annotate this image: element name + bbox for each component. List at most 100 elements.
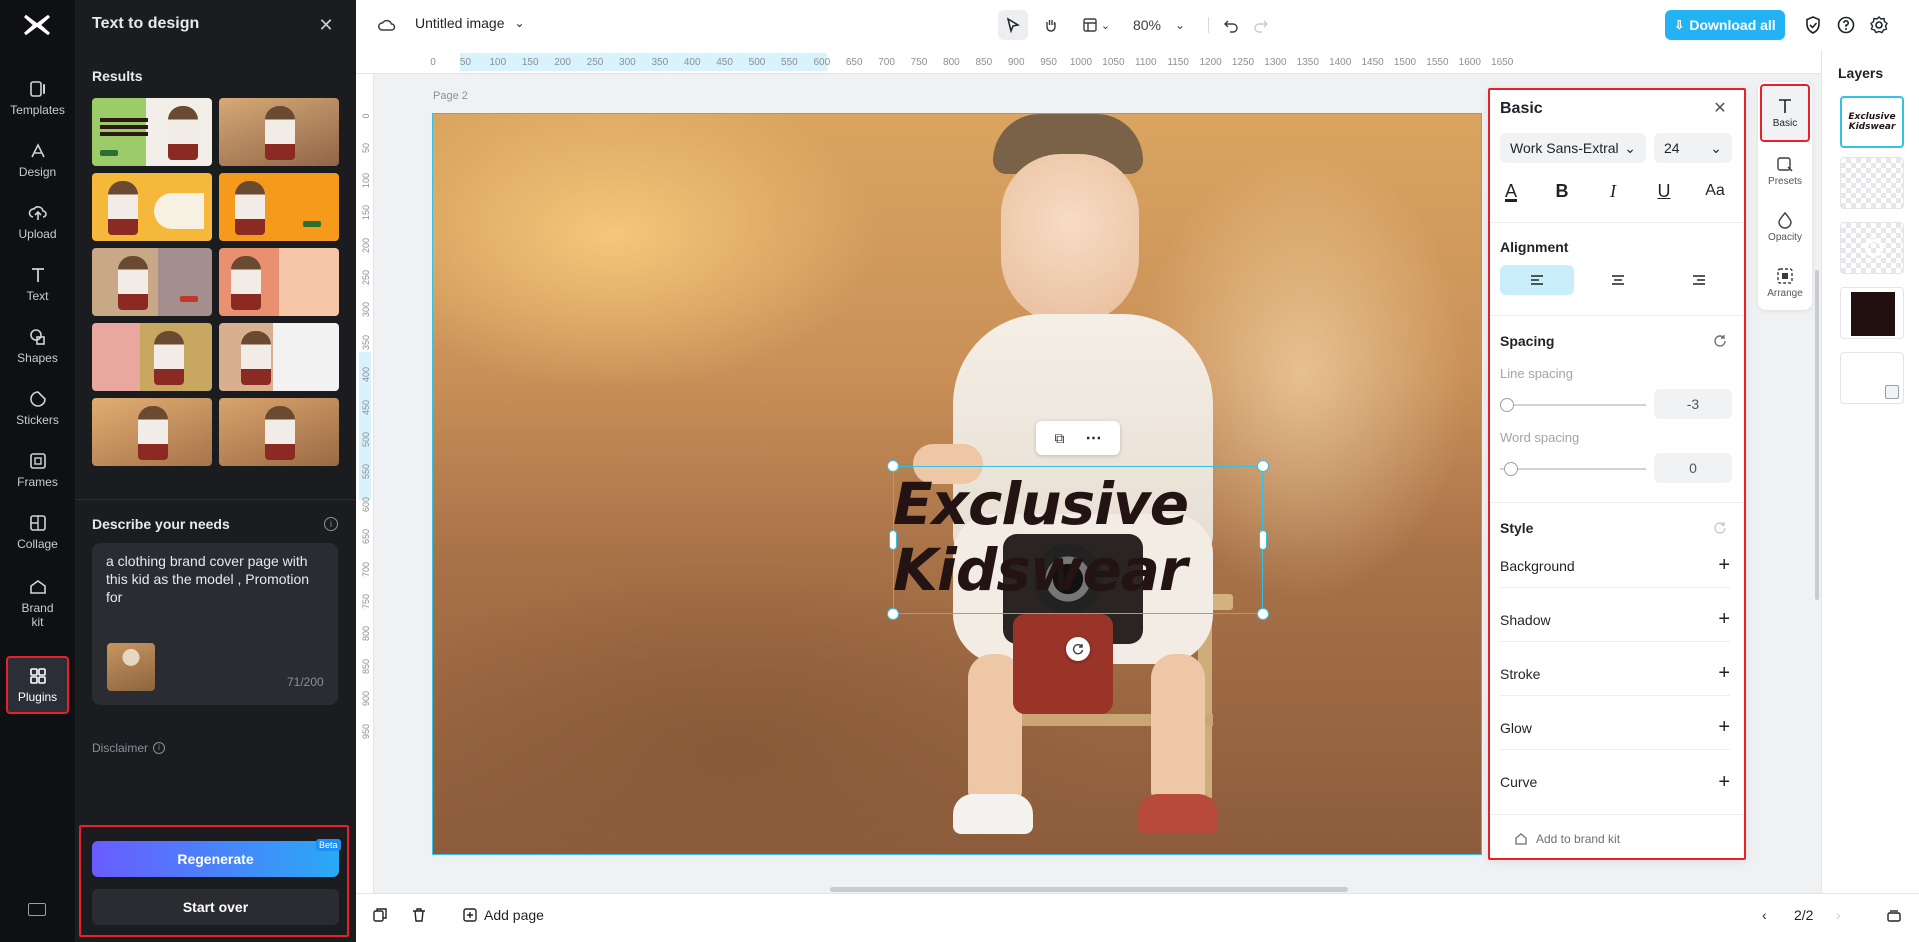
rail-plugins[interactable]: Plugins bbox=[6, 656, 69, 714]
result-thumbnail[interactable] bbox=[219, 398, 339, 466]
resize-handle[interactable] bbox=[1257, 460, 1269, 472]
more-options-icon[interactable]: ⋯ bbox=[1086, 428, 1102, 448]
text-color-button[interactable]: A bbox=[1496, 176, 1526, 206]
cloud-icon[interactable] bbox=[378, 16, 396, 34]
tab-arrange[interactable]: Arrange bbox=[1760, 258, 1810, 308]
rail-upload[interactable]: Upload bbox=[0, 193, 75, 251]
stroke-row[interactable]: Stroke+ bbox=[1500, 652, 1730, 696]
redo-button[interactable] bbox=[1246, 10, 1276, 40]
start-over-button[interactable]: Start over bbox=[92, 889, 339, 925]
result-thumbnail[interactable] bbox=[92, 248, 212, 316]
copy-page-button[interactable] bbox=[372, 907, 388, 923]
close-icon[interactable]: ✕ bbox=[315, 14, 337, 36]
layer-thumbnail[interactable] bbox=[1840, 157, 1904, 209]
tab-opacity[interactable]: Opacity bbox=[1760, 202, 1810, 252]
info-icon[interactable]: i bbox=[324, 517, 338, 531]
rail-brand-kit[interactable]: Brand kit bbox=[0, 570, 75, 636]
settings-gear-icon[interactable] bbox=[1869, 15, 1889, 35]
disclaimer-link[interactable]: Disclaimeri bbox=[92, 741, 165, 755]
tab-basic[interactable]: Basic bbox=[1760, 84, 1810, 142]
kid-sandal bbox=[953, 794, 1033, 834]
result-thumbnail[interactable] bbox=[219, 173, 339, 241]
bold-button[interactable]: B bbox=[1547, 176, 1577, 206]
resize-handle[interactable] bbox=[1257, 608, 1269, 620]
next-page-button[interactable]: › bbox=[1836, 907, 1841, 923]
zoom-dropdown[interactable]: 80%⌄ bbox=[1129, 10, 1189, 40]
layer-thumbnail[interactable] bbox=[1840, 222, 1904, 274]
delete-page-button[interactable] bbox=[411, 907, 427, 923]
vertical-scrollbar[interactable] bbox=[1815, 270, 1819, 600]
horizontal-scrollbar[interactable] bbox=[830, 887, 1348, 892]
result-thumbnail[interactable] bbox=[92, 323, 212, 391]
keyboard-icon[interactable] bbox=[28, 903, 46, 916]
result-thumbnail[interactable] bbox=[219, 323, 339, 391]
reset-spacing-icon[interactable] bbox=[1712, 333, 1728, 349]
resize-handle[interactable] bbox=[889, 530, 897, 550]
glow-row[interactable]: Glow+ bbox=[1500, 706, 1730, 750]
add-icon[interactable]: + bbox=[1718, 716, 1730, 739]
slider-knob[interactable] bbox=[1500, 398, 1514, 412]
rail-shapes[interactable]: Shapes bbox=[0, 317, 75, 375]
resize-handle[interactable] bbox=[887, 608, 899, 620]
prompt-image-thumbnail[interactable] bbox=[107, 643, 155, 691]
shield-check-icon[interactable] bbox=[1803, 15, 1823, 35]
font-family-dropdown[interactable]: Work Sans-Extral⌄ bbox=[1500, 133, 1646, 163]
hand-tool-button[interactable] bbox=[1036, 10, 1066, 40]
close-icon[interactable]: ✕ bbox=[1710, 98, 1730, 118]
tab-presets[interactable]: Presets bbox=[1760, 146, 1810, 196]
underline-button[interactable]: U bbox=[1649, 176, 1679, 206]
rail-templates[interactable]: Templates bbox=[0, 69, 75, 127]
layer-thumbnail[interactable] bbox=[1840, 287, 1904, 339]
prev-page-button[interactable]: ‹ bbox=[1762, 907, 1767, 923]
align-center-button[interactable] bbox=[1581, 265, 1655, 295]
result-thumbnail[interactable] bbox=[219, 248, 339, 316]
duplicate-icon[interactable]: ⧉ bbox=[1055, 430, 1065, 447]
regenerate-button[interactable]: Regenerate bbox=[92, 841, 339, 877]
rail-stickers[interactable]: Stickers bbox=[0, 379, 75, 437]
artboard[interactable]: ⧉ ⋯ Exclusive Kidswear bbox=[432, 113, 1482, 855]
word-spacing-input[interactable]: 0 bbox=[1654, 453, 1732, 483]
chevron-down-icon: ⌄ bbox=[1710, 140, 1722, 157]
italic-button[interactable]: I bbox=[1598, 176, 1628, 206]
rail-design[interactable]: Design bbox=[0, 131, 75, 189]
layout-tool-button[interactable]: ⌄ bbox=[1076, 10, 1116, 40]
result-thumbnail[interactable] bbox=[92, 98, 212, 166]
rail-frames[interactable]: Frames bbox=[0, 441, 75, 499]
align-right-button[interactable] bbox=[1662, 265, 1736, 295]
shadow-row[interactable]: Shadow+ bbox=[1500, 598, 1730, 642]
rail-collage[interactable]: Collage bbox=[0, 503, 75, 561]
doc-title-dropdown[interactable]: Untitled image⌄ bbox=[415, 15, 525, 31]
resize-handle[interactable] bbox=[887, 460, 899, 472]
layer-background-thumbnail[interactable] bbox=[1840, 352, 1904, 404]
download-all-button[interactable]: ⇩ Download all bbox=[1665, 10, 1785, 40]
help-icon[interactable] bbox=[1836, 15, 1856, 35]
word-spacing-slider[interactable] bbox=[1500, 468, 1646, 470]
font-size-dropdown[interactable]: 24⌄ bbox=[1654, 133, 1732, 163]
tab-opacity-label: Opacity bbox=[1768, 232, 1802, 243]
capcut-logo-icon[interactable] bbox=[22, 12, 52, 38]
reset-style-icon[interactable] bbox=[1712, 520, 1728, 536]
undo-button[interactable] bbox=[1216, 10, 1246, 40]
background-row[interactable]: Background+ bbox=[1500, 544, 1730, 588]
slider-knob[interactable] bbox=[1504, 462, 1518, 476]
select-tool-button[interactable] bbox=[998, 10, 1028, 40]
result-thumbnail[interactable] bbox=[92, 173, 212, 241]
align-left-button[interactable] bbox=[1500, 265, 1574, 295]
curve-row[interactable]: Curve+ bbox=[1500, 760, 1730, 804]
resize-handle[interactable] bbox=[1259, 530, 1267, 550]
add-page-button[interactable]: Add page bbox=[462, 907, 544, 923]
add-icon[interactable]: + bbox=[1718, 771, 1730, 794]
rotate-handle[interactable] bbox=[1066, 637, 1090, 661]
pages-panel-button[interactable] bbox=[1886, 907, 1902, 923]
line-spacing-input[interactable]: -3 bbox=[1654, 389, 1732, 419]
result-thumbnail[interactable] bbox=[219, 98, 339, 166]
text-case-button[interactable]: Aa bbox=[1700, 176, 1730, 206]
rail-text[interactable]: Text bbox=[0, 255, 75, 313]
result-thumbnail[interactable] bbox=[92, 398, 212, 466]
layer-text-thumbnail[interactable]: Exclusive Kidswear bbox=[1840, 96, 1904, 148]
line-spacing-slider[interactable] bbox=[1500, 404, 1646, 406]
add-icon[interactable]: + bbox=[1718, 662, 1730, 685]
add-icon[interactable]: + bbox=[1718, 554, 1730, 577]
add-icon[interactable]: + bbox=[1718, 608, 1730, 631]
add-to-brand-kit-button[interactable]: Add to brand kit bbox=[1514, 832, 1620, 846]
